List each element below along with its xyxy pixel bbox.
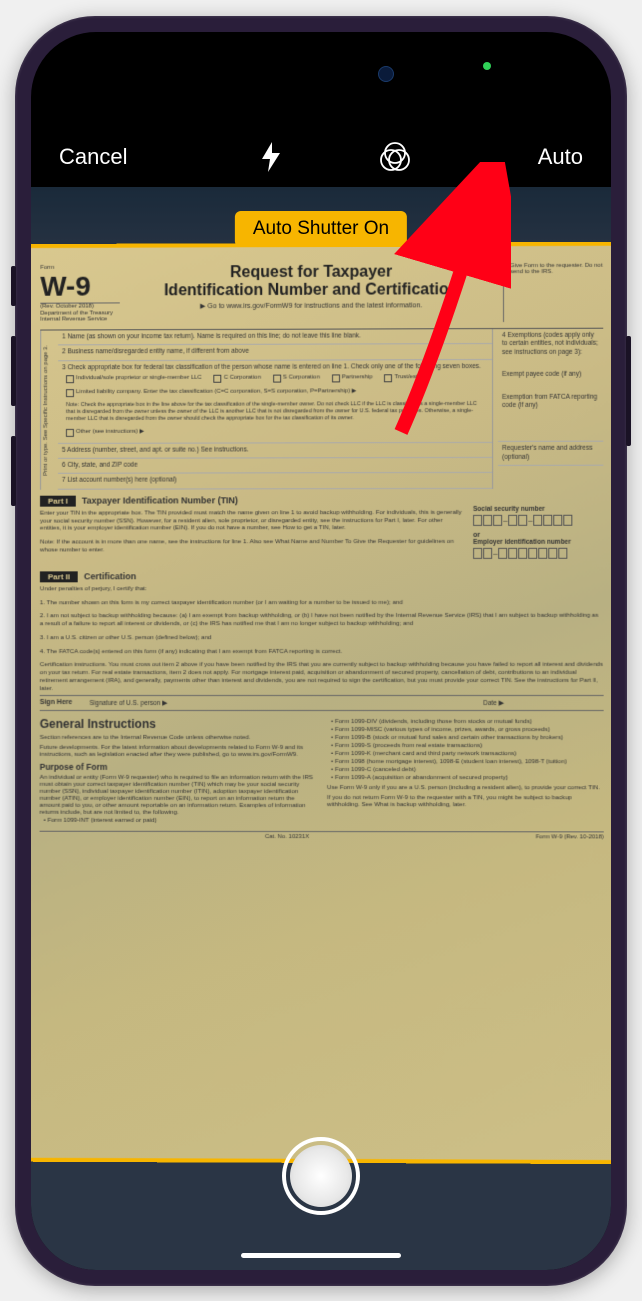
shutter-button[interactable]: [282, 1137, 360, 1215]
left-side-buttons: [11, 266, 16, 536]
right-side-button: [626, 336, 631, 446]
doc-title: Request for Taxpayer: [132, 263, 491, 282]
filters-icon[interactable]: [378, 140, 412, 174]
scanner-toolbar: Cancel Auto: [31, 127, 611, 187]
screen: Cancel Auto Auto Shutter On Form W-9: [31, 32, 611, 1270]
camera-viewfinder: Auto Shutter On Form W-9 (Rev. October 2…: [31, 187, 611, 1270]
front-camera: [378, 66, 394, 82]
scanned-document-preview: Form W-9 (Rev. October 2018) Department …: [31, 244, 611, 1161]
form-code: W-9: [40, 270, 120, 303]
camera-indicator-dot: [483, 62, 491, 70]
home-indicator[interactable]: [241, 1253, 401, 1258]
dynamic-island: [236, 54, 406, 94]
auto-capture-button[interactable]: Auto: [538, 144, 583, 170]
flash-icon[interactable]: [254, 140, 288, 174]
cancel-button[interactable]: Cancel: [59, 144, 127, 170]
phone-mockup: Cancel Auto Auto Shutter On Form W-9: [15, 16, 627, 1286]
auto-shutter-badge: Auto Shutter On: [235, 211, 407, 247]
